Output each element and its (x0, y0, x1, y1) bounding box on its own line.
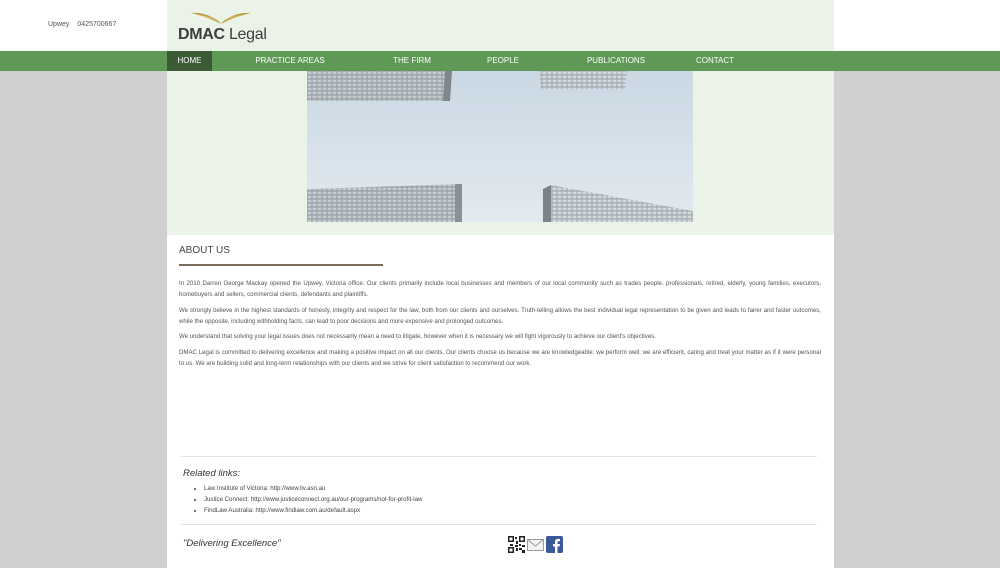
hero-banner (167, 71, 834, 235)
main-content: ABOUT US In 2010 Darren George Mackay op… (167, 71, 834, 568)
phone-text: 0425700667 (77, 21, 117, 28)
nav-publications[interactable]: PUBLICATIONS (582, 51, 650, 71)
main-nav: HOME PRACTICE AREAS THE FIRM PEOPLE PUBL… (0, 51, 1000, 71)
contact-info: Upwey 0425700667 (48, 21, 124, 28)
nav-practice-areas[interactable]: PRACTICE AREAS (250, 51, 330, 71)
logo-text: DMAC Legal (178, 26, 267, 44)
related-link-findlaw[interactable]: FindLaw Australia: http://www.findlaw.co… (204, 505, 422, 516)
about-paragraph-3: We understand that solving your legal is… (179, 333, 656, 340)
about-paragraph-1: In 2010 Darren George Mackay opened the … (179, 280, 821, 298)
location-text: Upwey (48, 21, 70, 28)
email-icon[interactable] (527, 536, 544, 553)
about-paragraph-2: We strongly believe in the highest stand… (179, 307, 821, 325)
nav-contact[interactable]: CONTACT (692, 51, 738, 71)
logo-wing-icon (191, 12, 251, 24)
nav-people[interactable]: PEOPLE (482, 51, 524, 71)
related-link-justice-connect[interactable]: Justice Connect: http://www.justiceconne… (204, 494, 422, 505)
nav-the-firm[interactable]: THE FIRM (387, 51, 437, 71)
nav-home[interactable]: HOME (167, 51, 212, 71)
facebook-icon[interactable] (546, 536, 563, 553)
logo-text-bold: DMAC (178, 26, 225, 43)
about-divider (179, 264, 383, 266)
related-links-heading: Related links: (183, 468, 241, 479)
hero-image (307, 71, 693, 222)
logo[interactable]: DMAC Legal (178, 6, 268, 48)
logo-text-light: Legal (224, 26, 267, 43)
related-divider (181, 456, 817, 457)
footer-tagline: "Delivering Excellence" (183, 538, 281, 549)
about-paragraph-4: DMAC Legal is committed to delivering ex… (179, 349, 821, 367)
footer-divider (181, 524, 817, 525)
related-link-liv[interactable]: Law Institute of Victoria: http://www.li… (204, 483, 422, 494)
related-links-list: Law Institute of Victoria: http://www.li… (204, 483, 422, 516)
qr-code-icon[interactable] (508, 536, 525, 553)
about-heading: ABOUT US (179, 245, 230, 256)
